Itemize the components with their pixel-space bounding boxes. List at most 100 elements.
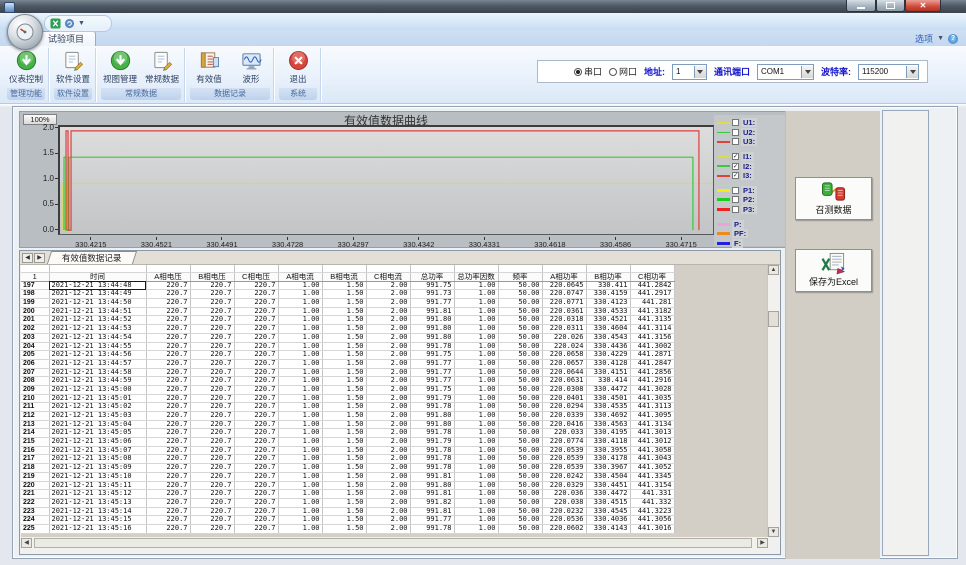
value-cell[interactable]: 220.7 <box>146 420 190 429</box>
selected-cell[interactable]: 2021-12-21 13:44:48 <box>49 281 146 290</box>
value-cell[interactable]: 220.7 <box>234 351 278 360</box>
value-cell[interactable]: 1.00 <box>454 307 498 316</box>
value-cell[interactable]: 220.0361 <box>542 307 586 316</box>
value-cell[interactable]: 220.7 <box>234 316 278 325</box>
table-row[interactable]: 2102021-12-21 13:45:01220.7220.7220.71.0… <box>21 394 674 403</box>
value-cell[interactable]: 991.79 <box>410 438 454 447</box>
value-cell[interactable]: 220.7 <box>234 325 278 334</box>
time-cell[interactable]: 2021-12-21 13:45:02 <box>49 403 146 412</box>
value-cell[interactable]: 1.00 <box>278 368 322 377</box>
value-cell[interactable]: 991.78 <box>410 464 454 473</box>
value-cell[interactable]: 50.00 <box>498 472 542 481</box>
value-cell[interactable]: 220.7 <box>190 481 234 490</box>
value-cell[interactable]: 50.00 <box>498 342 542 351</box>
value-cell[interactable]: 1.00 <box>454 342 498 351</box>
table-row[interactable]: 2042021-12-21 13:44:55220.7220.7220.71.0… <box>21 342 674 351</box>
time-cell[interactable]: 2021-12-21 13:44:50 <box>49 299 146 308</box>
value-cell[interactable]: 991.75 <box>410 351 454 360</box>
value-cell[interactable]: 441.3043 <box>630 455 674 464</box>
value-cell[interactable]: 991.80 <box>410 412 454 421</box>
network-radio[interactable]: 网口 <box>609 65 637 78</box>
table-row[interactable]: 2132021-12-21 13:45:04220.7220.7220.71.0… <box>21 420 674 429</box>
value-cell[interactable]: 2.00 <box>366 438 410 447</box>
value-cell[interactable]: 1.00 <box>454 385 498 394</box>
value-cell[interactable]: 330.4036 <box>586 516 630 525</box>
value-cell[interactable]: 1.00 <box>454 490 498 499</box>
legend-checkbox-p1[interactable] <box>732 187 739 194</box>
value-cell[interactable]: 220.7 <box>234 498 278 507</box>
value-cell[interactable]: 330.4515 <box>586 498 630 507</box>
value-cell[interactable]: 330.4472 <box>586 385 630 394</box>
value-cell[interactable]: 50.00 <box>498 412 542 421</box>
value-cell[interactable]: 441.3182 <box>630 307 674 316</box>
scroll-up-icon[interactable]: ▲ <box>768 265 779 275</box>
value-cell[interactable]: 1.50 <box>322 412 366 421</box>
value-cell[interactable]: 220.0539 <box>542 446 586 455</box>
value-cell[interactable]: 991.78 <box>410 446 454 455</box>
value-cell[interactable]: 220.0539 <box>542 464 586 473</box>
value-cell[interactable]: 1.00 <box>278 290 322 299</box>
value-cell[interactable]: 220.7 <box>190 299 234 308</box>
value-cell[interactable]: 1.50 <box>322 325 366 334</box>
value-cell[interactable]: 1.00 <box>454 281 498 290</box>
value-cell[interactable]: 441.2916 <box>630 377 674 386</box>
table-row[interactable]: 2032021-12-21 13:44:54220.7220.7220.71.0… <box>21 333 674 342</box>
time-cell[interactable]: 2021-12-21 13:45:13 <box>49 498 146 507</box>
value-cell[interactable]: 220.7 <box>234 385 278 394</box>
value-cell[interactable]: 220.7 <box>234 394 278 403</box>
sheet-nav-left-button[interactable]: ◀ <box>22 253 33 263</box>
scroll-down-icon[interactable]: ▼ <box>768 527 779 537</box>
row-number[interactable]: 204 <box>21 342 49 351</box>
value-cell[interactable]: 1.50 <box>322 438 366 447</box>
value-cell[interactable]: 441.3058 <box>630 446 674 455</box>
value-cell[interactable]: 1.00 <box>454 446 498 455</box>
value-cell[interactable]: 330.4563 <box>586 420 630 429</box>
value-cell[interactable]: 1.00 <box>454 429 498 438</box>
value-cell[interactable]: 50.00 <box>498 307 542 316</box>
value-cell[interactable]: 220.7 <box>146 446 190 455</box>
value-cell[interactable]: 220.7 <box>190 464 234 473</box>
value-cell[interactable]: 2.00 <box>366 472 410 481</box>
value-cell[interactable]: 220.7 <box>234 490 278 499</box>
value-cell[interactable]: 441.2917 <box>630 290 674 299</box>
value-cell[interactable]: 991.78 <box>410 429 454 438</box>
value-cell[interactable]: 220.7 <box>234 472 278 481</box>
value-cell[interactable]: 1.50 <box>322 464 366 473</box>
legend-checkbox-u2[interactable] <box>732 129 739 136</box>
value-cell[interactable]: 220.7 <box>146 325 190 334</box>
value-cell[interactable]: 2.00 <box>366 281 410 290</box>
value-cell[interactable]: 220.7 <box>146 438 190 447</box>
value-cell[interactable]: 991.80 <box>410 316 454 325</box>
close-button[interactable]: ✕ <box>905 0 941 12</box>
value-cell[interactable]: 441.3002 <box>630 342 674 351</box>
value-cell[interactable]: 1.00 <box>454 394 498 403</box>
row-number[interactable]: 205 <box>21 351 49 360</box>
value-cell[interactable]: 441.3114 <box>630 325 674 334</box>
value-cell[interactable]: 2.00 <box>366 524 410 533</box>
row-number[interactable]: 203 <box>21 333 49 342</box>
value-cell[interactable]: 1.50 <box>322 368 366 377</box>
sheet-tab-rms-record[interactable]: 有效值数据记录 <box>47 251 137 264</box>
row-number[interactable]: 208 <box>21 377 49 386</box>
value-cell[interactable]: 220.7 <box>146 290 190 299</box>
serial-radio[interactable]: 串口 <box>574 65 602 78</box>
value-cell[interactable]: 220.0416 <box>542 420 586 429</box>
value-cell[interactable]: 1.00 <box>278 429 322 438</box>
value-cell[interactable]: 330.4472 <box>586 490 630 499</box>
value-cell[interactable]: 1.00 <box>278 385 322 394</box>
time-cell[interactable]: 2021-12-21 13:44:52 <box>49 316 146 325</box>
value-cell[interactable]: 1.00 <box>278 325 322 334</box>
value-cell[interactable]: 2.00 <box>366 385 410 394</box>
value-cell[interactable]: 991.75 <box>410 385 454 394</box>
value-cell[interactable]: 220.0771 <box>542 299 586 308</box>
value-cell[interactable]: 330.4159 <box>586 290 630 299</box>
row-number[interactable]: 217 <box>21 455 49 464</box>
table-row[interactable]: 1972021-12-21 13:44:48220.7220.7220.71.0… <box>21 281 674 290</box>
value-cell[interactable]: 991.81 <box>410 472 454 481</box>
value-cell[interactable]: 441.3095 <box>630 412 674 421</box>
scroll-right-icon[interactable]: ▶ <box>757 538 768 548</box>
value-cell[interactable]: 220.7 <box>146 403 190 412</box>
value-cell[interactable]: 220.7 <box>234 290 278 299</box>
value-cell[interactable]: 1.00 <box>278 377 322 386</box>
value-cell[interactable]: 220.7 <box>146 498 190 507</box>
